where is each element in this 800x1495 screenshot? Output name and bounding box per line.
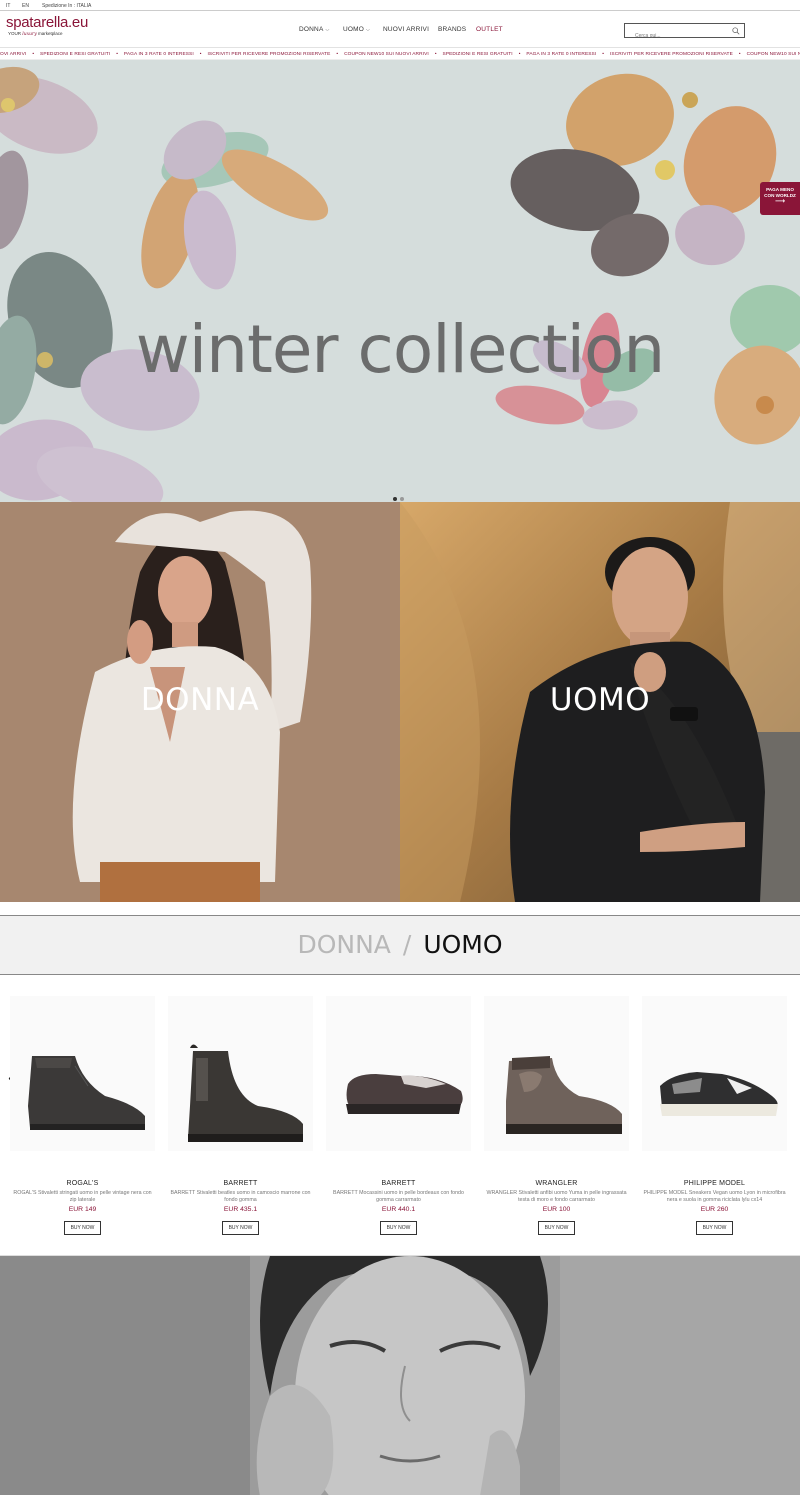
marquee-separator-dot: •	[199, 52, 202, 57]
marquee-item: PAGA IN 3 RATE 0 INTERESSI	[526, 52, 597, 57]
marquee-item: PAGA IN 3 RATE 0 INTERESSI	[123, 52, 194, 57]
lang-en-link[interactable]: EN	[22, 3, 29, 9]
search-box	[624, 23, 745, 43]
gender-tabs: DONNA / UOMO	[0, 915, 800, 975]
hero-title: winter collection	[135, 311, 665, 388]
tile-label-uomo: UOMO	[549, 682, 651, 718]
marquee-separator-dot: •	[32, 52, 35, 57]
carousel-dot-2[interactable]	[400, 497, 404, 501]
category-tile-donna[interactable]: DONNA	[0, 502, 400, 902]
product-image-sneaker	[642, 996, 787, 1151]
product-price: EUR 260	[700, 1206, 729, 1213]
tab-separator: /	[402, 930, 412, 959]
marquee-separator-dot: •	[602, 52, 604, 57]
product-brand: WRANGLER	[535, 1180, 578, 1187]
chevron-down-icon: ⌵	[325, 27, 330, 33]
product-price: EUR 435.1	[223, 1206, 258, 1213]
category-tile-uomo[interactable]: UOMO	[400, 502, 800, 902]
nav-label-donna: DONNA	[299, 26, 324, 33]
site-logo[interactable]: spatarella.eu YOUR luxury marketplace	[6, 15, 88, 38]
logo-tagline-suffix: marketplace	[38, 31, 63, 36]
product-brand: BARRETT	[381, 1180, 416, 1187]
tab-donna[interactable]: DONNA	[297, 916, 390, 974]
buy-now-button[interactable]: BUY NOW	[64, 1221, 101, 1235]
nav-item-brands[interactable]: BRANDS	[438, 26, 466, 33]
product-image-brown-boot	[484, 996, 629, 1151]
logo-tagline-prefix: YOUR	[8, 31, 22, 36]
hero-carousel-dots	[393, 488, 407, 502]
marquee-item: SPEDIZIONI E RESI GRATUITI	[442, 52, 513, 57]
product-price: EUR 100	[542, 1206, 571, 1213]
product-carousel: ‹ › ROGAL'S ROGAL'S Stivaletti stringati…	[0, 976, 800, 1254]
buy-now-button[interactable]: BUY NOW	[538, 1221, 575, 1235]
arrow-right-icon: ⟶	[774, 198, 786, 206]
marquee-separator-dot: •	[116, 52, 118, 57]
product-description: ROGAL'S Stivaletti stringati uomo in pel…	[13, 1190, 152, 1203]
nav-item-uomo[interactable]: UOMO ⌵	[343, 26, 370, 33]
product-image-boot-black	[10, 996, 155, 1151]
top-utility-bar: IT EN Spedizione In : ITALIA	[0, 0, 800, 11]
product-description: PHILIPPE MODEL Sneakers Vegan uomo Lyon …	[643, 1190, 786, 1203]
product-description: WRANGLER Stivaletti anfibi uomo Yuma in …	[486, 1190, 627, 1203]
marquee-separator-dot: •	[518, 52, 521, 57]
product-price: EUR 149	[68, 1206, 97, 1213]
marquee-item: OVI ARRIVI	[0, 52, 27, 57]
nav-item-donna[interactable]: DONNA ⌵	[299, 26, 329, 33]
product-brand: BARRETT	[223, 1180, 258, 1187]
tab-uomo[interactable]: UOMO	[423, 916, 502, 974]
carousel-dot-1[interactable]	[393, 497, 397, 501]
promo-marquee-track: OVI ARRIVI • SPEDIZIONI E RESI GRATUITI • PA…	[0, 52, 800, 57]
logo-tagline: YOUR luxury marketplace	[8, 31, 88, 38]
marquee-separator-dot: •	[738, 52, 741, 57]
shipping-country-selector[interactable]: Spedizione In : ITALIA	[42, 3, 91, 9]
lang-it-link[interactable]: IT	[6, 3, 10, 9]
buy-now-button[interactable]: BUY NOW	[380, 1221, 417, 1235]
main-header: spatarella.eu YOUR luxury marketplace DO…	[0, 11, 800, 48]
paga-meno-badge-line1: PAGA MENO	[766, 187, 794, 192]
buy-now-button[interactable]: BUY NOW	[696, 1221, 733, 1235]
product-brand: ROGAL'S	[66, 1180, 99, 1187]
product-description: BARRETT Mocassini uomo in pelle bordeaux…	[333, 1190, 464, 1203]
chevron-down-icon: ⌵	[366, 27, 371, 33]
promo-marquee: OVI ARRIVI • SPEDIZIONI E RESI GRATUITI • PA…	[0, 49, 800, 60]
bottom-promo-banner[interactable]	[0, 1255, 800, 1495]
logo-tagline-script: luxury	[22, 32, 37, 37]
paga-meno-badge-line2: CON WORLDZ	[764, 192, 796, 198]
search-icon[interactable]	[732, 27, 740, 35]
nav-item-nuovi-arrivi[interactable]: NUOVI ARRIVI	[383, 26, 429, 33]
product-image-chelsea-boot	[168, 996, 313, 1151]
hero-watercolor-flowers	[0, 60, 800, 502]
bottom-banner-photo	[0, 1256, 800, 1495]
marquee-item: COUPON NEW10 SUI NUOVI ARRIVI	[344, 52, 429, 57]
search-input[interactable]	[625, 29, 725, 43]
marquee-item: SPEDIZIONI E RESI GRATUITI	[40, 52, 111, 57]
logo-wordmark: spatarella.eu	[6, 14, 88, 31]
product-description: BARRETT Stivaletti beatles uomo in camos…	[170, 1190, 311, 1203]
product-price: EUR 440.1	[381, 1206, 416, 1213]
marquee-item: ISCRIVITI PER RICEVERE PROMOZIONI RISERV…	[207, 52, 331, 57]
nav-label-uomo: UOMO	[343, 26, 365, 33]
buy-now-button[interactable]: BUY NOW	[222, 1221, 259, 1235]
product-image-loafer	[326, 996, 471, 1151]
nav-item-outlet[interactable]: OUTLET	[476, 26, 503, 33]
product-brand: PHILIPPE MODEL	[683, 1180, 746, 1187]
marquee-separator-dot: •	[434, 52, 437, 57]
marquee-item: COUPON NEW10 SUI NUOVI ARRIVI	[746, 52, 800, 57]
paga-meno-badge[interactable]: PAGA MENO CON WORLDZ ⟶	[760, 182, 800, 215]
tile-label-donna: DONNA	[140, 682, 260, 718]
hero-banner[interactable]: winter collection PAGA MENO CON WORLDZ ⟶	[0, 60, 800, 502]
marquee-separator-dot: •	[336, 52, 339, 57]
marquee-item: ISCRIVITI PER RICEVERE PROMOZIONI RISERV…	[609, 52, 733, 57]
